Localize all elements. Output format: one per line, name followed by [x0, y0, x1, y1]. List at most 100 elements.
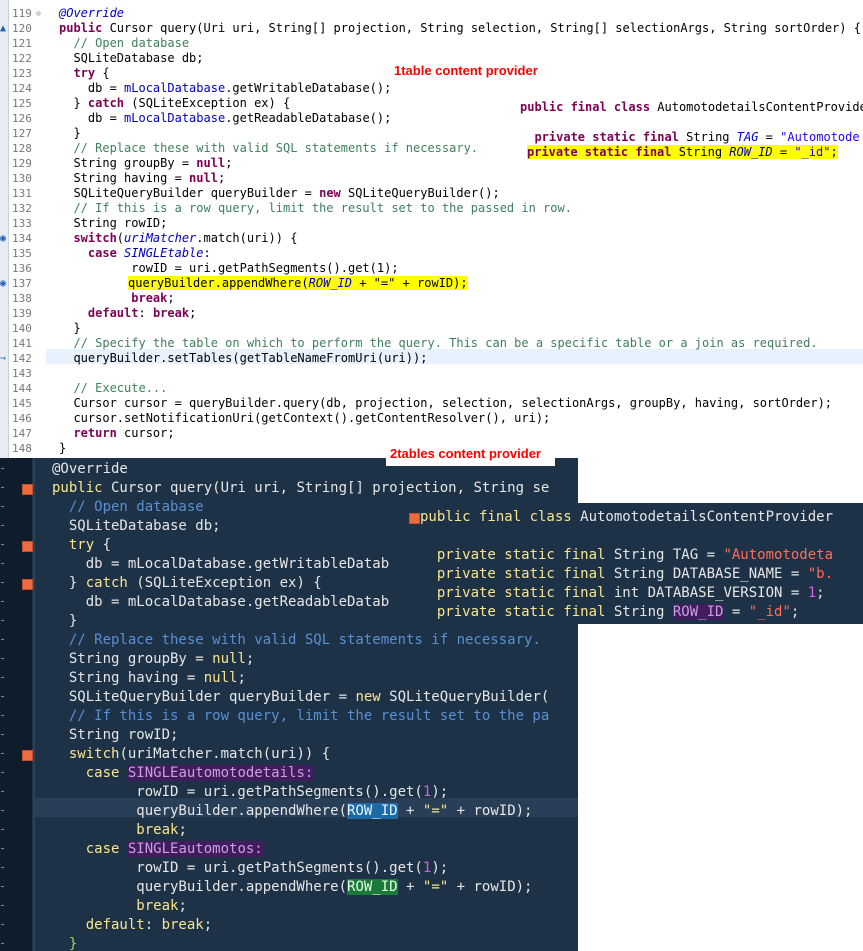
code-line[interactable]: @Override	[52, 460, 128, 479]
line-number: 137	[12, 277, 32, 290]
code-line-123[interactable]: try {	[59, 66, 109, 81]
code-line[interactable]: db = mLocalDatabase.getReadableDatab	[52, 593, 389, 612]
code-line-126[interactable]: db = mLocalDatabase.getReadableDatabase(…	[59, 111, 391, 126]
fold-icon[interactable]	[22, 579, 33, 590]
gutter-tick	[1, 791, 4, 792]
code-line[interactable]: queryBuilder.appendWhere(ROW_ID + "=" + …	[52, 878, 532, 897]
line-number: 146	[12, 412, 32, 425]
code-line-122[interactable]: SQLiteDatabase db;	[59, 51, 203, 66]
code-line-145[interactable]: Cursor cursor = queryBuilder.query(db, p…	[59, 396, 832, 411]
occurrence-icon: ◉	[0, 233, 7, 244]
line-number: 120	[12, 22, 32, 35]
fold-icon[interactable]	[22, 484, 33, 495]
line-number-gutter-dark	[0, 458, 32, 951]
fold-icon[interactable]: ⊖	[36, 6, 44, 21]
gutter-tick	[1, 468, 4, 469]
code-line-142[interactable]: queryBuilder.setTables(getTableNameFromU…	[59, 351, 427, 366]
code-line-137[interactable]: queryBuilder.appendWhere(ROW_ID + "=" + …	[128, 276, 468, 291]
code-line[interactable]: } catch (SQLiteException ex) {	[52, 574, 322, 593]
code-line-129[interactable]: String groupBy = null;	[59, 156, 232, 171]
code-line-146[interactable]: cursor.setNotificationUri(getContext().g…	[59, 411, 550, 426]
gutter-tick	[1, 772, 4, 773]
line-number: 136	[12, 262, 32, 275]
class-snippet-light: public final class AutomotodetailsConten…	[517, 95, 863, 170]
code-line-131[interactable]: SQLiteQueryBuilder queryBuilder = new SQ…	[59, 186, 499, 201]
code-line[interactable]: case SINGLEautomotos:	[52, 840, 263, 859]
code-line-135[interactable]: case SINGLEtable:	[59, 246, 211, 261]
tag-field: private static final String TAG = "Autom…	[520, 130, 860, 144]
gutter-tick	[1, 487, 4, 488]
editor-ruler	[0, 0, 9, 458]
code-line[interactable]: // Open database	[52, 498, 204, 517]
line-number: 123	[12, 67, 32, 80]
light-code-editor[interactable]: 119 120 121 122 123 124 125 126 127 128 129 130 131 1…	[0, 0, 863, 458]
line-number: 132	[12, 202, 32, 215]
code-line-139[interactable]: default: break;	[59, 306, 196, 321]
line-number: 119	[12, 7, 32, 20]
code-line[interactable]: SQLiteDatabase db;	[52, 517, 221, 536]
code-line-128[interactable]: // Replace these with valid SQL statemen…	[59, 141, 478, 156]
line-number: 147	[12, 427, 32, 440]
gutter-tick	[1, 715, 4, 716]
gutter-tick	[1, 525, 4, 526]
code-line[interactable]: try {	[52, 536, 111, 555]
gutter-tick	[1, 734, 4, 735]
code-line-138[interactable]: break;	[59, 291, 174, 306]
code-line-127[interactable]: }	[59, 126, 80, 141]
override-icon: ▲	[0, 23, 7, 34]
code-line[interactable]: }	[52, 612, 77, 631]
code-line-134[interactable]: switch(uriMatcher.match(uri)) {	[59, 231, 297, 246]
code-line-130[interactable]: String having = null;	[59, 171, 225, 186]
code-line[interactable]: case SINGLEautomotodetails:	[52, 764, 314, 783]
code-line-144[interactable]: // Execute...	[59, 381, 167, 396]
code-line[interactable]: String having = null;	[52, 669, 246, 688]
line-number: 128	[12, 142, 32, 155]
code-line-133[interactable]: String rowID;	[59, 216, 167, 231]
code-line[interactable]: }	[52, 935, 77, 951]
code-line-121[interactable]: // Open database	[59, 36, 189, 51]
code-line-120[interactable]: public Cursor query(Uri uri, String[] pr…	[59, 21, 861, 36]
line-number: 130	[12, 172, 32, 185]
fold-icon[interactable]	[22, 541, 33, 552]
code-line-148[interactable]: }	[59, 441, 66, 456]
line-number: 144	[12, 382, 32, 395]
class-declaration: public final class AutomotodetailsConten…	[420, 509, 834, 525]
code-line[interactable]: // If this is a row query, limit the res…	[52, 707, 549, 726]
code-line[interactable]: String rowID;	[52, 726, 179, 745]
line-number: 148	[12, 442, 32, 455]
code-line-124[interactable]: db = mLocalDatabase.getWritableDatabase(…	[59, 81, 391, 96]
code-line[interactable]: SQLiteQueryBuilder queryBuilder = new SQ…	[52, 688, 549, 707]
line-number: 143	[12, 367, 32, 380]
code-line[interactable]: // Replace these with valid SQL statemen…	[52, 631, 541, 650]
code-line-119[interactable]: @Override	[59, 6, 124, 21]
code-line-136[interactable]: rowID = uri.getPathSegments().get(1);	[59, 261, 398, 276]
code-line[interactable]: public Cursor query(Uri uri, String[] pr…	[52, 479, 549, 498]
fold-icon[interactable]	[409, 513, 420, 524]
tag-field: private static final String TAG = "Autom…	[420, 547, 834, 563]
fold-icon[interactable]	[22, 750, 33, 761]
code-line[interactable]: db = mLocalDatabase.getWritableDatab	[52, 555, 389, 574]
gutter-tick	[1, 582, 4, 583]
line-number: 139	[12, 307, 32, 320]
code-line-141[interactable]: // Specify the table on which to perform…	[59, 336, 817, 351]
code-line[interactable]: String groupBy = null;	[52, 650, 254, 669]
code-line[interactable]: break;	[52, 897, 187, 916]
annotation-one-table: 1table content provider	[394, 63, 538, 78]
code-line[interactable]: break;	[52, 821, 187, 840]
line-number: 131	[12, 187, 32, 200]
code-line-132[interactable]: // If this is a row query, limit the res…	[59, 201, 572, 216]
line-number: 122	[12, 52, 32, 65]
code-line[interactable]: rowID = uri.getPathSegments().get(1);	[52, 783, 448, 802]
gutter-tick	[1, 658, 4, 659]
code-line[interactable]: default: break;	[52, 916, 212, 935]
line-number: 141	[12, 337, 32, 350]
code-line-140[interactable]: }	[59, 321, 80, 336]
code-line-147[interactable]: return cursor;	[59, 426, 174, 441]
gutter-tick	[1, 639, 4, 640]
code-line-125[interactable]: } catch (SQLiteException ex) {	[59, 96, 290, 111]
code-line[interactable]: rowID = uri.getPathSegments().get(1);	[52, 859, 448, 878]
code-line[interactable]: queryBuilder.appendWhere(ROW_ID + "=" + …	[52, 802, 532, 821]
code-line[interactable]: switch(uriMatcher.match(uri)) {	[52, 745, 330, 764]
highlighted-code: private static final String ROW_ID = "_i…	[527, 145, 838, 159]
gutter-tick	[1, 867, 4, 868]
